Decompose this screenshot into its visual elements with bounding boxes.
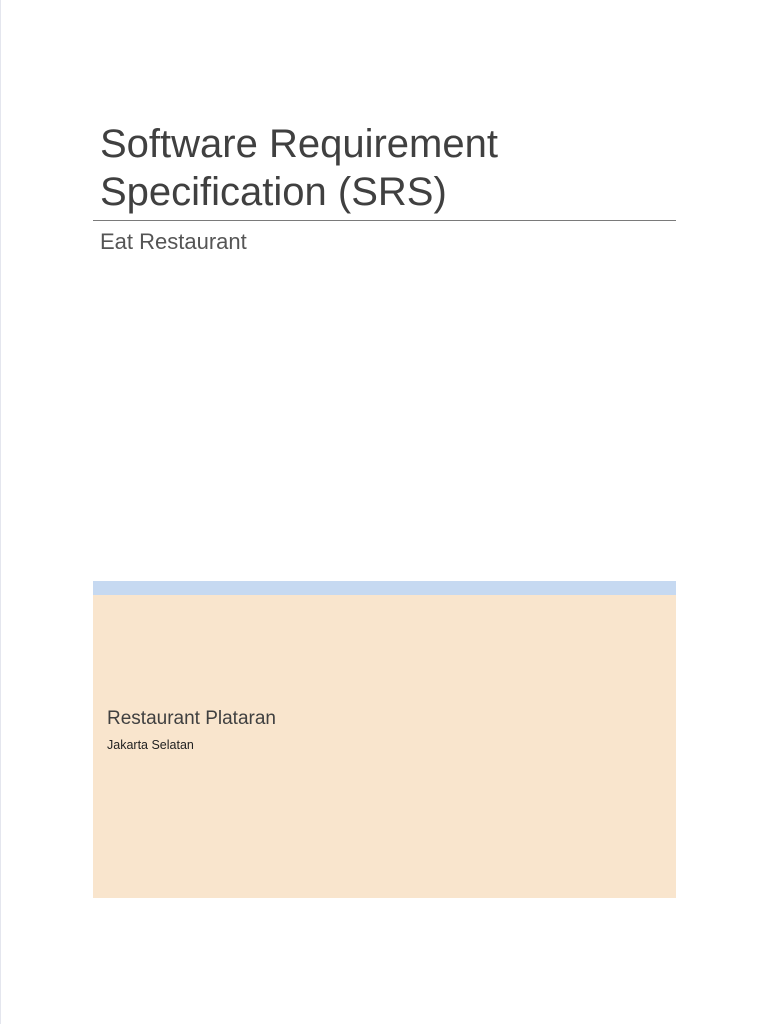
document-title: Software Requirement Specification (SRS)	[100, 122, 498, 214]
panel-accent-bar	[93, 581, 676, 595]
page-edge	[0, 0, 1, 1024]
cover-info-panel: Restaurant Plataran Jakarta Selatan	[93, 581, 676, 898]
document-subtitle: Eat Restaurant	[100, 229, 247, 254]
organization-name: Restaurant Plataran	[107, 708, 276, 729]
organization-location: Jakarta Selatan	[107, 738, 194, 752]
title-divider	[93, 220, 676, 221]
